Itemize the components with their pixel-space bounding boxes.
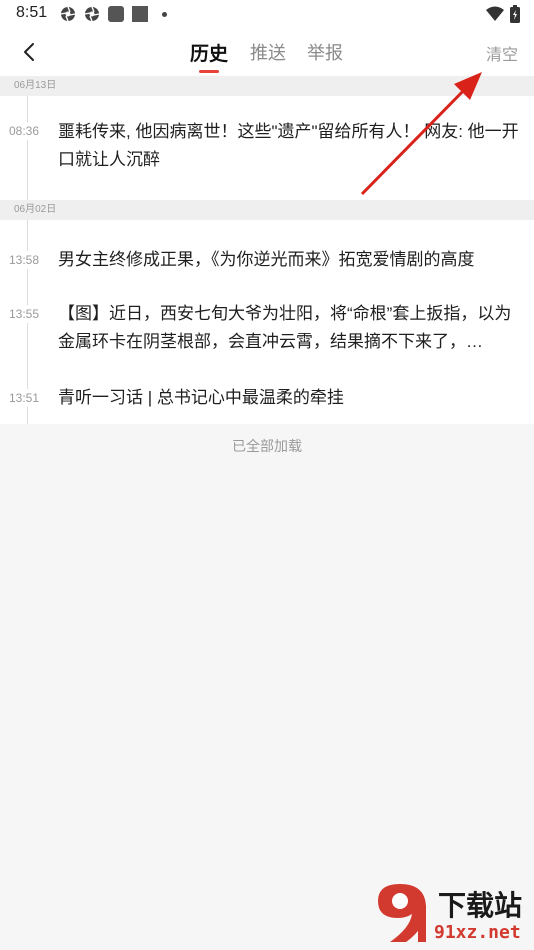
- tab-history[interactable]: 历史: [190, 39, 228, 66]
- item-time: 13:55: [9, 305, 40, 323]
- status-bar: 8:51: [0, 0, 534, 28]
- watermark-domain: 91xz.net: [434, 922, 521, 943]
- item-time: 13:58: [9, 251, 40, 269]
- tab-report[interactable]: 举报: [307, 39, 343, 65]
- annotation-arrow-icon: [360, 72, 482, 196]
- watermark-text: 下载站: [438, 889, 523, 922]
- site-watermark: 下载站 91xz.net: [370, 882, 530, 946]
- history-item[interactable]: 13:58 男女主终修成正果，《为你逆光而来》拓宽爱情剧的高度: [0, 246, 534, 274]
- history-group: 13:58 男女主终修成正果，《为你逆光而来》拓宽爱情剧的高度 13:55 【图…: [0, 220, 534, 424]
- aperture-icon: [60, 6, 76, 22]
- square-icon: [132, 6, 148, 22]
- battery-charging-icon: [510, 5, 520, 23]
- status-time: 8:51: [16, 4, 48, 21]
- item-title: 男女主终修成正果，《为你逆光而来》拓宽爱情剧的高度: [58, 250, 475, 269]
- all-loaded-text: 已全部加载: [232, 438, 302, 454]
- item-time: 08:36: [9, 122, 40, 140]
- history-item[interactable]: 13:51 青听一习话 | 总书记心中最温柔的牵挂: [0, 384, 534, 412]
- history-item[interactable]: 13:55 【图】近日，西安七旬大爷为壮阳，将“命根”套上扳指，以为金属环卡在阴…: [0, 300, 534, 356]
- rounded-square-icon: [108, 6, 124, 22]
- dot-icon: [162, 11, 167, 17]
- logo-icon: [378, 884, 426, 942]
- tab-bar: 历史 推送 举报: [0, 28, 534, 76]
- status-notification-icons: [60, 6, 167, 22]
- wifi-icon: [486, 6, 504, 21]
- item-title: 【图】近日，西安七旬大爷为壮阳，将“命根”套上扳指，以为金属环卡在阴茎根部，会直…: [58, 304, 512, 351]
- item-title: 青听一习话 | 总书记心中最温柔的牵挂: [58, 388, 344, 407]
- date-header: 06月02日: [0, 200, 534, 220]
- tab-push[interactable]: 推送: [250, 39, 286, 65]
- status-system-icons: [486, 5, 520, 23]
- clear-button[interactable]: 清空: [486, 41, 518, 65]
- item-time: 13:51: [9, 389, 40, 407]
- top-nav-bar: 历史 推送 举报 清空: [0, 28, 534, 76]
- active-tab-indicator: [199, 70, 219, 73]
- aperture-icon: [84, 6, 100, 22]
